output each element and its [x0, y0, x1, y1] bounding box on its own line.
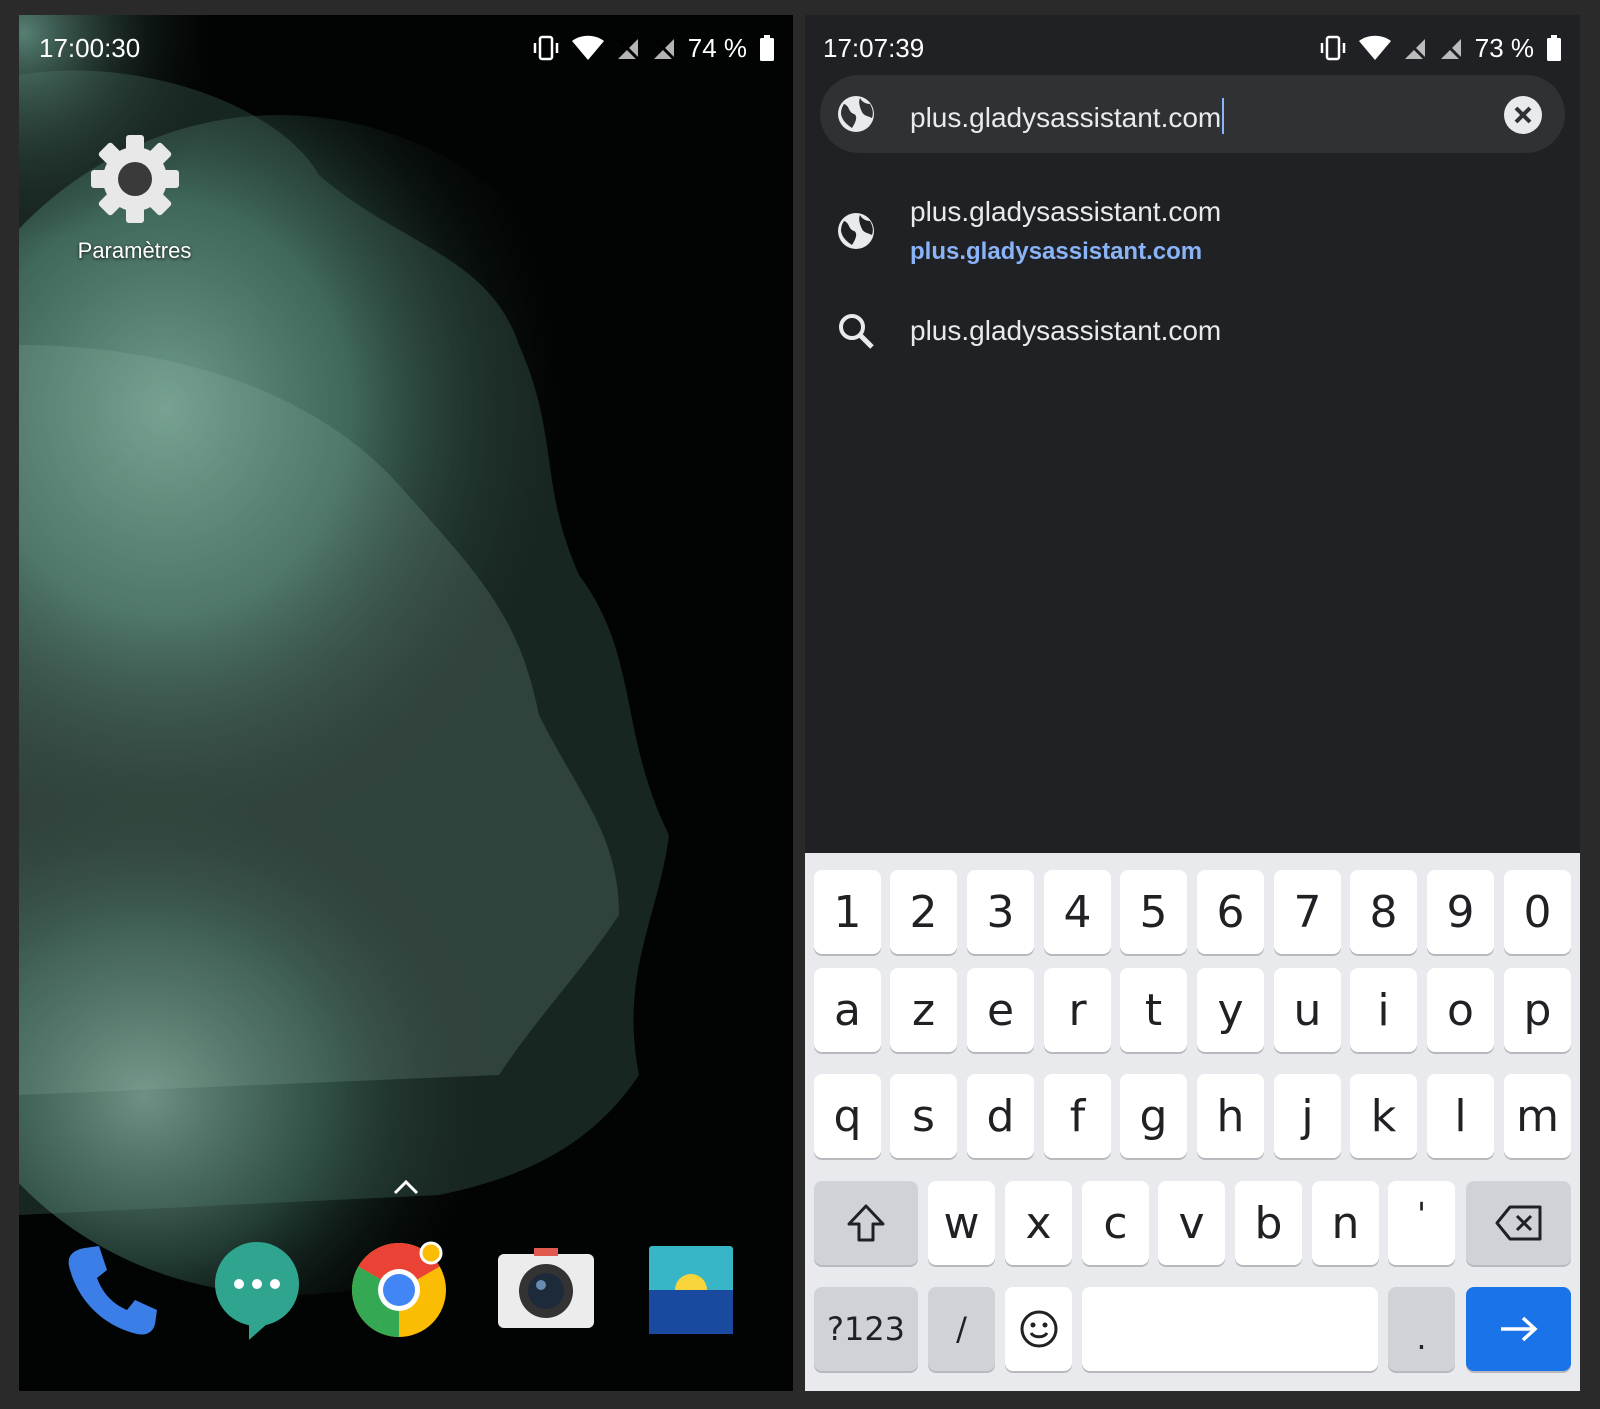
key-0[interactable]: 0 [1504, 870, 1571, 954]
home-screen: 17:00:30 74 % Paramètres [19, 15, 793, 1391]
no-signal-icon [1403, 37, 1426, 61]
key-f[interactable]: f [1044, 1074, 1111, 1158]
search-icon [839, 314, 874, 349]
chrome-app-icon[interactable] [349, 1240, 449, 1340]
app-drawer-arrow-icon[interactable] [392, 1178, 420, 1196]
key-9[interactable]: 9 [1427, 870, 1494, 954]
key-h[interactable]: h [1197, 1074, 1264, 1158]
status-icons-right: 73 % [1319, 31, 1562, 65]
shift-icon [847, 1204, 885, 1242]
clear-icon[interactable] [1503, 95, 1543, 135]
key-j[interactable]: j [1274, 1074, 1341, 1158]
status-time-right: 17:07:39 [823, 33, 925, 63]
key-4[interactable]: 4 [1044, 870, 1111, 954]
keyboard-row-bottom: ?123 / . [805, 1287, 1580, 1371]
status-icons: 74 % [532, 31, 775, 65]
wifi-icon [571, 35, 604, 60]
key-r[interactable]: r [1044, 968, 1111, 1052]
keyboard: 1 2 3 4 5 6 7 8 9 0 a z e r t y u i o p … [805, 853, 1580, 1391]
key-v[interactable]: v [1158, 1181, 1225, 1265]
backspace-icon [1495, 1205, 1541, 1241]
battery-percent: 74 % [687, 32, 747, 63]
key-1[interactable]: 1 [814, 870, 881, 954]
key-w[interactable]: w [928, 1181, 995, 1265]
battery-percent-right: 73 % [1474, 32, 1534, 63]
key-e[interactable]: e [967, 968, 1034, 1052]
suggestion-item-site[interactable]: plus.gladysassistant.com plus.gladysassi… [820, 180, 1565, 275]
backspace-key[interactable] [1466, 1181, 1571, 1265]
key-t[interactable]: t [1120, 968, 1187, 1052]
settings-app-label: Paramètres [77, 238, 192, 263]
key-p[interactable]: p [1504, 968, 1571, 1052]
vibrate-icon [1320, 35, 1345, 61]
no-signal-icon-2 [652, 37, 675, 61]
key-x[interactable]: x [1005, 1181, 1072, 1265]
suggestion-item-search[interactable]: plus.gladysassistant.com [820, 295, 1565, 365]
suggestion-title: plus.gladysassistant.com [910, 315, 1222, 346]
key-k[interactable]: k [1350, 1074, 1417, 1158]
keyboard-row-numbers: 1 2 3 4 5 6 7 8 9 0 [805, 870, 1580, 954]
no-signal-icon-2 [1439, 37, 1462, 61]
emoji-key[interactable] [1005, 1287, 1072, 1371]
key-s[interactable]: s [890, 1074, 957, 1158]
key-8[interactable]: 8 [1350, 870, 1417, 954]
key-3[interactable]: 3 [967, 870, 1034, 954]
emoji-icon [1020, 1310, 1057, 1348]
key-2[interactable]: 2 [890, 870, 957, 954]
phone-app-icon[interactable] [63, 1240, 163, 1340]
key-n[interactable]: n [1312, 1181, 1379, 1265]
key-b[interactable]: b [1235, 1181, 1302, 1265]
status-bar-right: 17:07:39 73 % [805, 15, 1580, 77]
key-l[interactable]: l [1427, 1074, 1494, 1158]
globe-icon [838, 96, 874, 132]
symbols-key[interactable]: ?123 [814, 1287, 918, 1371]
period-key[interactable]: . [1388, 1287, 1455, 1371]
key-a[interactable]: a [814, 968, 881, 1052]
key-7[interactable]: 7 [1274, 870, 1341, 954]
camera-app-icon[interactable] [496, 1240, 596, 1340]
url-bar[interactable]: plus.gladysassistant.com [820, 75, 1565, 153]
battery-icon [760, 35, 774, 61]
key-i[interactable]: i [1350, 968, 1417, 1052]
battery-icon [1547, 35, 1561, 61]
arrow-right-icon [1500, 1316, 1538, 1342]
messages-app-icon[interactable] [207, 1240, 307, 1340]
text-caret [1222, 98, 1225, 134]
go-key[interactable] [1466, 1287, 1571, 1371]
wifi-icon [1358, 35, 1391, 60]
key-6[interactable]: 6 [1197, 870, 1264, 954]
suggestion-title: plus.gladysassistant.com [910, 196, 1222, 227]
settings-app[interactable]: Paramètres [57, 130, 212, 264]
browser-screen: 17:07:39 73 % plus.gladysassistant.com p… [805, 15, 1580, 1391]
keyboard-row-bottom-letters: w x c v b n ' [805, 1181, 1580, 1265]
status-bar: 17:00:30 74 % [19, 15, 793, 77]
space-key[interactable] [1082, 1287, 1378, 1371]
vibrate-icon [533, 35, 558, 61]
key-o[interactable]: o [1427, 968, 1494, 1052]
key-u[interactable]: u [1274, 968, 1341, 1052]
key-g[interactable]: g [1120, 1074, 1187, 1158]
keyboard-row-top-letters: a z e r t y u i o p [805, 968, 1580, 1052]
status-time: 17:00:30 [39, 33, 141, 63]
gallery-app-icon[interactable] [641, 1240, 741, 1340]
suggestion-url: plus.gladysassistant.com [910, 238, 1203, 265]
key-c[interactable]: c [1082, 1181, 1149, 1265]
slash-key[interactable]: / [928, 1287, 995, 1371]
key-y[interactable]: y [1197, 968, 1264, 1052]
dock [19, 1240, 793, 1350]
key-5[interactable]: 5 [1120, 870, 1187, 954]
key-d[interactable]: d [967, 1074, 1034, 1158]
globe-icon [838, 213, 874, 249]
key-q[interactable]: q [814, 1074, 881, 1158]
no-signal-icon [616, 37, 639, 61]
key-apostrophe[interactable]: ' [1388, 1181, 1455, 1265]
key-z[interactable]: z [890, 968, 957, 1052]
keyboard-row-middle-letters: q s d f g h j k l m [805, 1074, 1580, 1158]
shift-key[interactable] [814, 1181, 918, 1265]
key-m[interactable]: m [1504, 1074, 1571, 1158]
gear-icon [90, 135, 179, 223]
url-input[interactable]: plus.gladysassistant.com [910, 98, 1225, 134]
